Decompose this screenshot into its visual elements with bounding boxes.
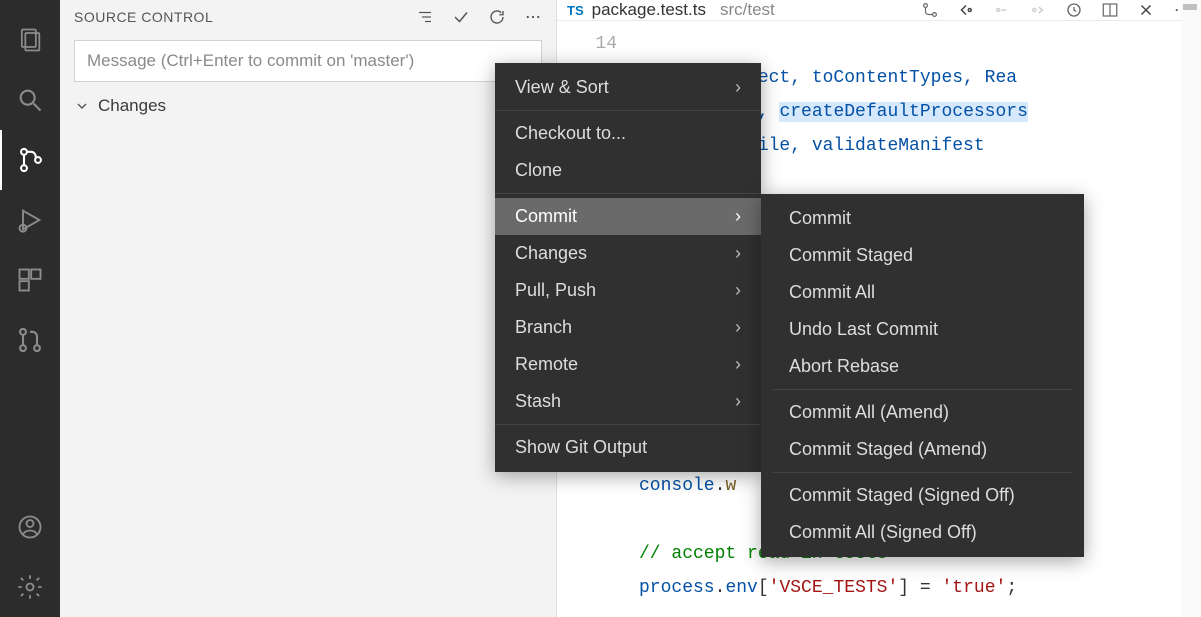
submenu-commit-staged-signed[interactable]: Commit Staged (Signed Off) (761, 477, 1084, 514)
submenu-commit-all-signed[interactable]: Commit All (Signed Off) (761, 514, 1084, 551)
refresh-icon[interactable] (488, 8, 506, 26)
editor-actions (921, 1, 1191, 19)
compare-icon[interactable] (921, 1, 939, 19)
chevron-right-icon: › (735, 317, 741, 338)
scm-header: SOURCE CONTROL (60, 0, 556, 34)
chevron-right-icon: › (735, 206, 741, 227)
menu-branch[interactable]: Branch› (495, 309, 761, 346)
explorer-icon[interactable] (0, 10, 60, 70)
menu-changes[interactable]: Changes› (495, 235, 761, 272)
changes-label: Changes (98, 96, 166, 116)
menu-commit[interactable]: Commit› (495, 198, 761, 235)
chevron-right-icon: › (735, 77, 741, 98)
extensions-icon[interactable] (0, 250, 60, 310)
scm-actions (416, 8, 542, 26)
close-tab-icon[interactable] (1137, 1, 1155, 19)
scm-context-menu: View & Sort› Checkout to... Clone Commit… (495, 63, 761, 472)
menu-clone[interactable]: Clone (495, 152, 761, 189)
activity-bar (0, 0, 60, 617)
submenu-abort-rebase[interactable]: Abort Rebase (761, 348, 1084, 385)
menu-separator (495, 424, 761, 425)
menu-separator (495, 110, 761, 111)
source-control-panel: SOURCE CONTROL Changes (60, 0, 557, 617)
more-actions-icon[interactable] (524, 8, 542, 26)
menu-checkout[interactable]: Checkout to... (495, 115, 761, 152)
menu-show-output[interactable]: Show Git Output (495, 429, 761, 466)
chevron-down-icon (74, 98, 90, 114)
submenu-commit-staged[interactable]: Commit Staged (761, 237, 1084, 274)
toggle-whitespace-icon[interactable] (1029, 1, 1047, 19)
next-diff-icon[interactable] (993, 1, 1011, 19)
tab-path: src/test (720, 0, 775, 20)
toggle-inline-icon[interactable] (1065, 1, 1083, 19)
chevron-right-icon: › (735, 243, 741, 264)
menu-view-sort[interactable]: View & Sort› (495, 69, 761, 106)
search-icon[interactable] (0, 70, 60, 130)
split-editor-icon[interactable] (1101, 1, 1119, 19)
chevron-right-icon: › (735, 391, 741, 412)
submenu-commit-staged-amend[interactable]: Commit Staged (Amend) (761, 431, 1084, 468)
run-debug-icon[interactable] (0, 190, 60, 250)
menu-separator (773, 389, 1072, 390)
commit-submenu: Commit Commit Staged Commit All Undo Las… (761, 194, 1084, 557)
menu-separator (495, 193, 761, 194)
menu-remote[interactable]: Remote› (495, 346, 761, 383)
editor-tab-bar: TS package.test.ts src/test (557, 0, 1201, 21)
tab-filename: package.test.ts (592, 0, 706, 20)
submenu-commit-all-amend[interactable]: Commit All (Amend) (761, 394, 1084, 431)
chevron-right-icon: › (735, 354, 741, 375)
commit-check-icon[interactable] (452, 8, 470, 26)
view-as-tree-icon[interactable] (416, 8, 434, 26)
source-control-icon[interactable] (0, 130, 60, 190)
settings-gear-icon[interactable] (0, 557, 60, 617)
prev-change-icon[interactable] (957, 1, 975, 19)
accounts-icon[interactable] (0, 497, 60, 557)
ts-file-icon: TS (567, 3, 584, 18)
menu-pull-push[interactable]: Pull, Push› (495, 272, 761, 309)
menu-separator (773, 472, 1072, 473)
submenu-commit[interactable]: Commit (761, 200, 1084, 237)
chevron-right-icon: › (735, 280, 741, 301)
submenu-commit-all[interactable]: Commit All (761, 274, 1084, 311)
changes-section[interactable]: Changes (60, 88, 556, 124)
git-pr-icon[interactable] (0, 310, 60, 370)
submenu-undo-last[interactable]: Undo Last Commit (761, 311, 1084, 348)
commit-message-input[interactable] (74, 40, 542, 82)
scm-title: SOURCE CONTROL (74, 9, 416, 25)
menu-stash[interactable]: Stash› (495, 383, 761, 420)
editor-tab[interactable]: TS package.test.ts src/test (567, 0, 775, 20)
commit-message-container (74, 40, 542, 82)
minimap[interactable] (1181, 0, 1201, 617)
